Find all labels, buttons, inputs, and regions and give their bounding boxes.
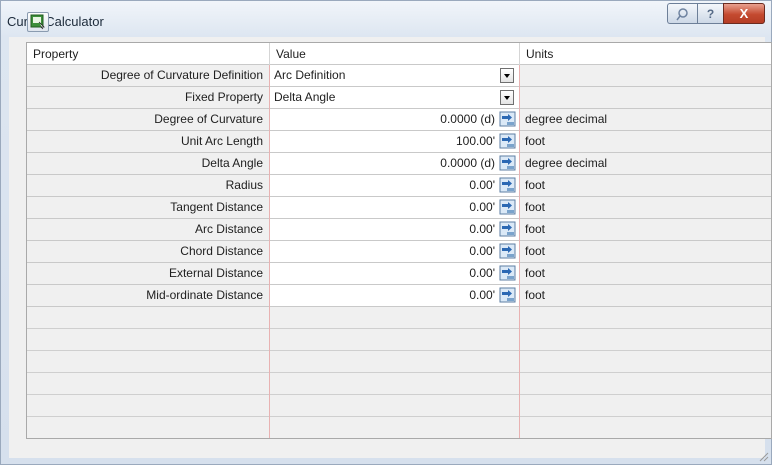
property-label: Degree of Curvature — [27, 109, 269, 130]
table-row: Degree of Curvature 0.0000 (d) degree deci… — [27, 109, 771, 131]
property-grid: Property Value Units Degree of Curvature… — [26, 42, 772, 439]
property-label: Degree of Curvature Definition — [27, 65, 269, 86]
property-label: Chord Distance — [27, 241, 269, 262]
help-icon: ? — [706, 6, 715, 21]
value-text: Arc Definition — [274, 68, 346, 82]
property-label: Radius — [27, 175, 269, 196]
property-label: Unit Arc Length — [27, 131, 269, 152]
units-label: foot — [525, 266, 546, 280]
table-row: Radius 0.00' foot — [27, 175, 771, 197]
table-row: Arc Distance 0.00' foot — [27, 219, 771, 241]
pushpin-icon — [675, 7, 688, 20]
curve-calculator-toolbar-button[interactable] — [27, 12, 49, 32]
grid-header: Property Value Units — [27, 43, 771, 65]
value-text: 0.00' — [469, 222, 495, 236]
pick-from-drawing-icon[interactable] — [499, 287, 516, 303]
value-field[interactable]: 100.00' — [270, 131, 519, 152]
column-header-value[interactable]: Value — [270, 43, 519, 65]
pick-from-drawing-icon[interactable] — [499, 133, 516, 149]
value-text: 0.0000 (d) — [440, 156, 495, 170]
resize-grip-icon[interactable] — [757, 450, 769, 462]
window-title: Curve Calculator — [7, 14, 104, 29]
property-label: Tangent Distance — [27, 197, 269, 218]
property-label: Fixed Property — [27, 87, 269, 108]
value-text: 0.00' — [469, 200, 495, 214]
table-row: Fixed Property Delta Angle — [27, 87, 771, 109]
curve-calculator-window: Curve Calculator ? X Property Value Unit… — [0, 0, 772, 465]
value-field[interactable]: 0.00' — [270, 263, 519, 284]
value-text: 0.00' — [469, 178, 495, 192]
property-label: Mid-ordinate Distance — [27, 285, 269, 306]
value-field[interactable]: 0.00' — [270, 197, 519, 218]
pick-from-drawing-icon[interactable] — [499, 177, 516, 193]
table-row: Mid-ordinate Distance 0.00' foot — [27, 285, 771, 307]
value-text: 100.00' — [456, 134, 495, 148]
units-label: degree decimal — [525, 156, 608, 170]
value-text: 0.00' — [469, 266, 495, 280]
property-label: Arc Distance — [27, 219, 269, 240]
value-field[interactable]: 0.00' — [270, 219, 519, 240]
column-header-units[interactable]: Units — [520, 43, 770, 65]
property-label: External Distance — [27, 263, 269, 284]
empty-row — [27, 373, 771, 395]
units-label: foot — [525, 134, 546, 148]
curve-calculator-icon — [30, 14, 45, 30]
units-label — [521, 87, 525, 108]
title-bar: Curve Calculator ? X — [1, 1, 771, 37]
value-field[interactable]: 0.00' — [270, 285, 519, 306]
units-label: foot — [525, 244, 546, 258]
table-row: Degree of Curvature Definition Arc Defini… — [27, 65, 771, 87]
units-label: foot — [525, 222, 546, 236]
value-dropdown[interactable]: Delta Angle — [270, 87, 519, 108]
column-header-property[interactable]: Property — [27, 43, 269, 65]
pin-button[interactable] — [667, 3, 697, 24]
property-label: Delta Angle — [27, 153, 269, 174]
table-row: External Distance 0.00' foot — [27, 263, 771, 285]
value-field[interactable]: 0.0000 (d) — [270, 153, 519, 174]
empty-row — [27, 329, 771, 351]
close-icon: X — [739, 6, 749, 21]
column-gridline — [519, 65, 520, 438]
value-text: 0.00' — [469, 288, 495, 302]
help-button[interactable]: ? — [697, 3, 723, 24]
pick-from-drawing-icon[interactable] — [499, 243, 516, 259]
value-field[interactable]: 0.0000 (d) — [270, 109, 519, 130]
units-label: degree decimal — [525, 112, 608, 126]
units-label: foot — [525, 288, 546, 302]
dropdown-arrow-icon[interactable] — [500, 68, 514, 83]
value-field[interactable]: 0.00' — [270, 175, 519, 196]
pick-from-drawing-icon[interactable] — [499, 199, 516, 215]
table-row: Chord Distance 0.00' foot — [27, 241, 771, 263]
empty-row — [27, 395, 771, 417]
pick-from-drawing-icon[interactable] — [499, 221, 516, 237]
value-text: 0.00' — [469, 244, 495, 258]
units-label: foot — [525, 200, 546, 214]
value-field[interactable]: 0.00' — [270, 241, 519, 262]
empty-row — [27, 307, 771, 329]
table-row: Tangent Distance 0.00' foot — [27, 197, 771, 219]
close-button[interactable]: X — [723, 3, 765, 24]
pick-from-drawing-icon[interactable] — [499, 265, 516, 281]
value-text: Delta Angle — [274, 90, 336, 104]
caption-buttons: ? X — [667, 3, 765, 25]
column-gridline — [269, 65, 270, 438]
units-label: foot — [525, 178, 546, 192]
value-text: 0.0000 (d) — [440, 112, 495, 126]
pick-from-drawing-icon[interactable] — [499, 111, 516, 127]
dropdown-arrow-icon[interactable] — [500, 90, 514, 105]
value-dropdown[interactable]: Arc Definition — [270, 65, 519, 86]
pick-from-drawing-icon[interactable] — [499, 155, 516, 171]
table-row: Delta Angle 0.0000 (d) degree decimal — [27, 153, 771, 175]
empty-row — [27, 351, 771, 373]
units-label — [521, 65, 525, 86]
table-row: Unit Arc Length 100.00' foot — [27, 131, 771, 153]
